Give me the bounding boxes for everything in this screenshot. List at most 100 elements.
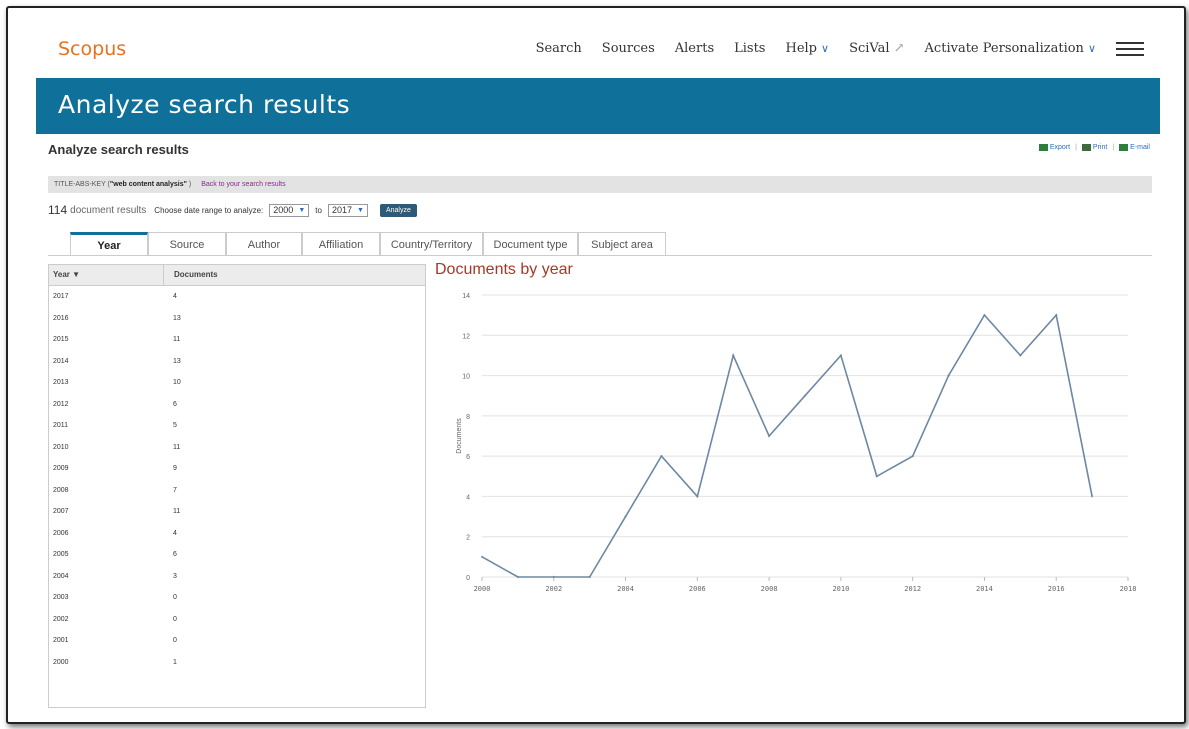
data-point bbox=[660, 454, 663, 458]
data-point bbox=[588, 575, 591, 579]
documents-cell: 11 bbox=[173, 443, 181, 451]
table-row: 2005 6 bbox=[49, 544, 425, 566]
documents-cell: 6 bbox=[173, 551, 177, 558]
year-cell: 2016 bbox=[53, 314, 69, 322]
data-point bbox=[480, 555, 484, 559]
nav-sources-link[interactable]: Sources bbox=[602, 41, 655, 56]
nav-alerts-link[interactable]: Alerts bbox=[675, 41, 714, 56]
year-cell: 2009 bbox=[53, 465, 69, 472]
back-to-results-link[interactable]: Back to your search results bbox=[201, 181, 285, 188]
table-row: 2007 11 bbox=[49, 501, 425, 523]
to-year-select[interactable]: 2017 ▼ bbox=[327, 203, 368, 217]
chevron-down-icon: ∨ bbox=[1087, 42, 1096, 55]
table-row: 2014 13 bbox=[49, 351, 425, 373]
nav-help-label: Help bbox=[785, 41, 817, 56]
tab-year[interactable]: Year bbox=[70, 232, 148, 256]
y-tick-label: 0 bbox=[466, 575, 470, 582]
analyze-button[interactable]: Analyze bbox=[379, 203, 417, 217]
tab-author[interactable]: Author bbox=[226, 232, 302, 256]
tab-divider bbox=[48, 255, 1152, 256]
external-link-icon: ↗ bbox=[889, 41, 905, 56]
documents-cell: 6 bbox=[173, 400, 177, 408]
year-cell: 2015 bbox=[53, 336, 69, 343]
export-link[interactable]: Export bbox=[1050, 144, 1070, 151]
to-year-value: 2017 bbox=[331, 205, 352, 215]
email-link[interactable]: E-mail bbox=[1130, 144, 1150, 151]
table-row: 2008 7 bbox=[49, 480, 425, 502]
query-bar: TITLE-ABS-KEY ("web content analysis" ) … bbox=[48, 176, 1152, 193]
documents-column-header[interactable]: Documents bbox=[164, 265, 218, 285]
data-point bbox=[732, 354, 735, 357]
year-cell: 2011 bbox=[53, 422, 69, 429]
chevron-down-icon: ∨ bbox=[821, 42, 830, 55]
analysis-tabs: Year Source Author Affiliation Country/T… bbox=[70, 232, 666, 256]
from-year-select[interactable]: 2000 ▼ bbox=[269, 203, 310, 217]
nav-links: Search Sources Alerts Lists Help ∨ SciVal… bbox=[516, 41, 1144, 56]
tab-source[interactable]: Source bbox=[148, 232, 226, 256]
nav-lists-link[interactable]: Lists bbox=[734, 41, 765, 56]
year-cell: 2007 bbox=[53, 508, 69, 515]
table-row: 2010 11 bbox=[49, 437, 425, 459]
year-cell: 2017 bbox=[53, 293, 69, 300]
table-row: 2003 0 bbox=[49, 587, 425, 609]
x-tick-label: 2014 bbox=[976, 585, 993, 593]
query-prefix: TITLE-ABS-KEY ( bbox=[54, 181, 110, 188]
nav-activate-label: Activate Personalization bbox=[924, 41, 1084, 56]
nav-scival-link[interactable]: SciVal ↗ bbox=[849, 41, 904, 56]
table-header: Year ▼ Documents bbox=[49, 265, 425, 286]
x-tick-label: 2010 bbox=[832, 585, 849, 593]
year-cell: 2003 bbox=[53, 594, 69, 601]
table-row: 2013 10 bbox=[49, 372, 425, 394]
data-point bbox=[1055, 313, 1058, 317]
documents-cell: 7 bbox=[173, 486, 177, 494]
table-row: 2012 6 bbox=[49, 394, 425, 416]
nav-search-link[interactable]: Search bbox=[536, 41, 582, 56]
data-point bbox=[767, 434, 771, 438]
year-table: Year ▼ Documents 2017 4 2016 13 2015 11 201… bbox=[48, 264, 426, 708]
print-link[interactable]: Print bbox=[1093, 144, 1107, 151]
documents-cell: 0 bbox=[173, 615, 177, 623]
table-row: 2004 3 bbox=[49, 566, 425, 588]
documents-cell: 9 bbox=[173, 465, 177, 472]
tab-country-territory[interactable]: Country/Territory bbox=[380, 232, 483, 256]
data-point bbox=[696, 495, 699, 498]
x-tick-label: 2004 bbox=[617, 585, 634, 593]
documents-cell: 3 bbox=[173, 572, 177, 580]
table-row: 2017 4 bbox=[49, 286, 425, 308]
data-point bbox=[911, 454, 914, 458]
documents-cell: 10 bbox=[173, 379, 181, 386]
documents-cell: 0 bbox=[173, 637, 177, 644]
documents-cell: 13 bbox=[173, 314, 181, 322]
y-tick-label: 4 bbox=[466, 494, 470, 501]
email-icon bbox=[1119, 144, 1129, 151]
x-tick-label: 2016 bbox=[1048, 585, 1065, 593]
documents-cell: 4 bbox=[173, 529, 177, 537]
tab-subject-area[interactable]: Subject area bbox=[578, 232, 666, 256]
x-tick-label: 2000 bbox=[474, 585, 491, 593]
to-label: to bbox=[315, 205, 322, 215]
nav-help-menu[interactable]: Help ∨ bbox=[785, 41, 829, 56]
banner-title: Analyze search results bbox=[58, 90, 351, 119]
documents-cell: 13 bbox=[173, 357, 181, 365]
hamburger-menu-icon[interactable] bbox=[1116, 41, 1144, 56]
chart-title: Documents by year bbox=[435, 261, 573, 278]
date-range-label: Choose date range to analyze: bbox=[154, 205, 264, 215]
year-cell: 2000 bbox=[53, 658, 69, 666]
year-cell: 2004 bbox=[53, 572, 69, 580]
query-suffix: ) bbox=[188, 181, 192, 188]
documents-by-year-chart: 0 2 4 6 8 10 12 14 2000 2002 2004 2006 2008 2010 2012 2… bbox=[456, 293, 1136, 593]
y-tick-label: 12 bbox=[462, 333, 470, 340]
year-column-header[interactable]: Year ▼ bbox=[49, 265, 164, 285]
data-point bbox=[803, 394, 807, 397]
scopus-logo[interactable]: Scopus bbox=[58, 38, 126, 60]
page-subtitle: Analyze search results bbox=[48, 142, 189, 157]
tab-affiliation[interactable]: Affiliation bbox=[302, 232, 380, 256]
x-tick-label: 2002 bbox=[545, 585, 562, 593]
from-year-value: 2000 bbox=[273, 205, 294, 215]
year-cell: 2001 bbox=[53, 637, 69, 644]
page-banner: Analyze search results bbox=[36, 78, 1160, 134]
tab-document-type[interactable]: Document type bbox=[483, 232, 578, 256]
year-cell: 2005 bbox=[53, 551, 69, 558]
nav-activate-menu[interactable]: Activate Personalization ∨ bbox=[925, 41, 1096, 56]
year-cell: 2010 bbox=[53, 443, 69, 451]
